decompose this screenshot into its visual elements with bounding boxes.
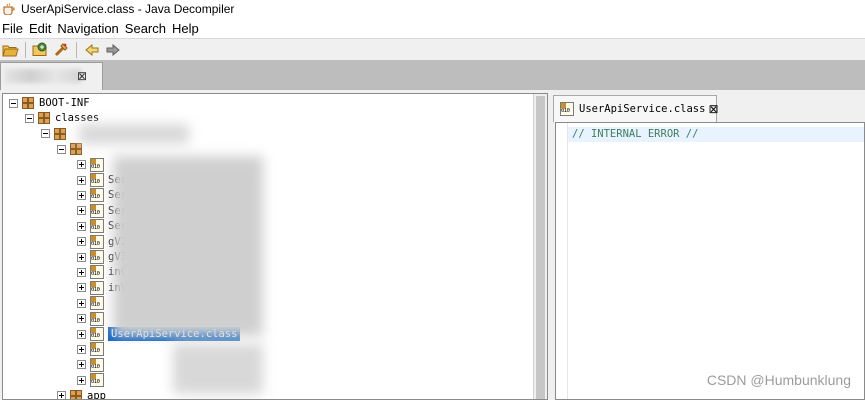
expand-icon[interactable] [77,237,86,247]
collapse-icon[interactable] [57,144,66,154]
class-file-icon: 010 [90,296,104,311]
expand-icon[interactable] [77,160,86,170]
expand-icon[interactable] [77,190,86,200]
expand-icon[interactable] [77,206,86,216]
menu-search[interactable]: Search [125,21,166,36]
toolbar-separator [76,41,77,58]
tree-vertical-scrollbar[interactable] [533,94,547,399]
class-file-icon: 010 [90,173,104,187]
menu-help[interactable]: Help [172,21,199,36]
expand-icon[interactable] [77,314,86,324]
package-icon [70,143,82,156]
search-icon[interactable] [52,40,71,59]
file-tab-strip: ⊠ [0,60,865,90]
class-file-icon: 010 [90,203,104,218]
expand-icon[interactable] [77,175,86,185]
class-file-icon: 010 [90,373,104,388]
open-file-icon[interactable] [1,40,20,59]
tree-package-node[interactable]: app [57,388,106,400]
tree-node-label: classes [55,112,100,125]
window-title: UserApiService.class - Java Decompiler [21,2,235,16]
source-editor[interactable]: // INTERNAL ERROR // [555,122,865,400]
tree-package-node[interactable] [41,126,71,142]
tree-class-node[interactable]: 010 [77,341,108,357]
menu-navigation[interactable]: Navigation [57,21,118,36]
class-file-icon: 010 [90,188,104,203]
menu-edit[interactable]: Edit [29,21,51,36]
expand-icon[interactable] [57,391,66,399]
title-bar: UserApiService.class - Java Decompiler [0,0,865,18]
tree-node-label: app [87,389,106,400]
class-file-icon: 010 [90,265,104,280]
class-file-icon: 010 [90,157,104,172]
toolbar-separator [25,41,26,58]
class-file-icon: 010 [560,102,574,116]
open-type-icon[interactable] [31,40,50,59]
class-file-icon: 010 [90,234,104,249]
tree-node-label: BOOT-INF [39,97,90,109]
expand-icon[interactable] [77,267,86,277]
package-icon [38,112,50,125]
tree-class-node[interactable]: 010 [77,295,108,311]
class-file-icon: 010 [90,342,104,357]
class-file-icon: 010 [90,219,104,234]
package-icon [22,97,34,109]
expand-icon[interactable] [77,252,86,262]
collapse-icon[interactable] [41,129,50,139]
redacted-package-name [79,124,189,144]
collapse-icon[interactable] [25,113,34,123]
watermark: CSDN @Humbunklung [706,372,851,388]
back-icon[interactable] [82,40,101,59]
expand-icon[interactable] [77,360,86,370]
tree-class-node[interactable]: 010 [77,157,108,173]
class-file-icon: 010 [90,250,104,264]
redacted-class-names [173,344,263,394]
menu-file[interactable]: File [2,21,23,36]
class-file-icon: 010 [90,311,104,326]
class-file-icon: 010 [90,357,104,372]
toolbar [0,38,865,60]
expand-icon[interactable] [77,375,86,385]
class-file-icon: 010 [90,280,104,295]
expand-icon[interactable] [77,329,86,339]
redacted-file-name [5,69,81,83]
class-tree-panel[interactable]: BOOT-INFclasses010010ServiceImpl$1$2$1.c… [2,93,548,400]
tab-userapiservice-class[interactable]: 010 UserApiService.class ⊠ [553,95,719,122]
package-icon [54,127,66,140]
code-line: // INTERNAL ERROR // [568,127,864,142]
expand-icon[interactable] [77,298,86,308]
forward-icon[interactable] [103,40,122,59]
jar-file-tab[interactable]: ⊠ [0,62,103,90]
expand-icon[interactable] [77,221,86,231]
expand-icon[interactable] [77,283,86,293]
tree-class-node[interactable]: 010 [77,311,108,327]
class-file-icon: 010 [90,327,104,341]
tree-class-node[interactable]: 010 [77,372,108,388]
close-tab-icon[interactable]: ⊠ [708,102,718,116]
tree-class-node[interactable]: 010 [77,357,108,373]
close-tab-icon[interactable]: ⊠ [77,69,87,83]
editor-tab-label: UserApiService.class [579,103,706,115]
menu-bar: File Edit Navigation Search Help [0,18,865,38]
package-icon [70,389,82,399]
collapse-icon[interactable] [9,98,18,108]
java-decompiler-app-icon [2,3,16,16]
redacted-class-names [113,156,263,336]
scrollbar-thumb[interactable] [536,96,545,399]
expand-icon[interactable] [77,344,86,354]
tree-package-node[interactable]: BOOT-INF [9,95,90,111]
editor-gutter [556,123,568,399]
